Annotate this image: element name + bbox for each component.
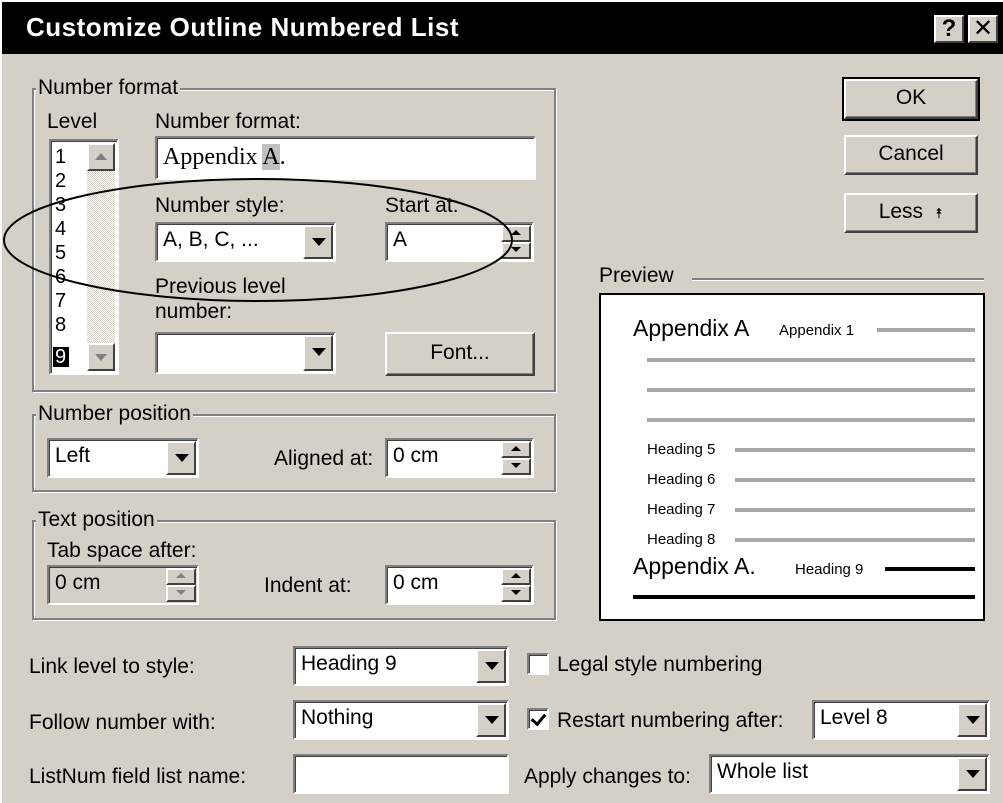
tab-space-after-spinner[interactable]: 0 cm	[47, 565, 199, 605]
help-icon: ?	[941, 15, 957, 42]
preview-line	[647, 388, 975, 392]
dialog-title: Customize Outline Numbered List	[26, 12, 459, 42]
title-bar[interactable]: Customize Outline Numbered List ? ✕	[2, 2, 1003, 54]
follow-number-dropdown[interactable]: Nothing	[293, 700, 509, 740]
number-position-group-legend: Number position	[36, 402, 193, 426]
number-format-label: Number format:	[155, 110, 301, 133]
indent-at-label: Indent at:	[264, 574, 352, 597]
preview-label: Preview	[599, 264, 674, 287]
preview-heading5: Heading 5	[647, 441, 716, 458]
chevron-down-icon[interactable]	[303, 335, 333, 371]
chevron-down-icon[interactable]	[476, 703, 506, 737]
aligned-at-value: 0 cm	[393, 444, 439, 467]
less-button[interactable]: Less ⯭	[844, 193, 978, 233]
apply-changes-dropdown[interactable]: Whole list	[709, 754, 990, 794]
chevron-down-icon[interactable]	[957, 703, 987, 737]
indent-at-spin-buttons[interactable]	[501, 568, 531, 602]
preview-line	[735, 478, 975, 482]
legal-style-label: Legal style numbering	[557, 653, 763, 676]
less-button-label: Less	[878, 200, 924, 223]
number-format-placeholder: A	[262, 144, 280, 170]
preview-divider	[692, 278, 984, 281]
spin-up-icon[interactable]	[166, 568, 196, 585]
preview-line	[735, 538, 975, 542]
restart-numbering-label: Restart numbering after:	[557, 709, 784, 732]
spin-up-icon[interactable]	[501, 568, 531, 585]
font-button[interactable]: Font...	[385, 332, 535, 376]
follow-number-label: Follow number with:	[29, 711, 216, 734]
preview-level1-text: Appendix 1	[779, 322, 855, 339]
cancel-button-label: Cancel	[878, 142, 944, 165]
tab-space-after-value: 0 cm	[55, 571, 101, 594]
spin-down-icon[interactable]	[166, 585, 196, 602]
level-item[interactable]: 1	[55, 147, 66, 167]
link-level-value: Heading 9	[301, 652, 397, 675]
spin-down-icon[interactable]	[501, 585, 531, 602]
chevron-down-icon[interactable]	[476, 649, 506, 683]
preview-line	[647, 358, 975, 362]
preview-line	[885, 567, 975, 571]
ok-button-label: OK	[895, 86, 927, 109]
font-button-label: Font...	[430, 341, 490, 364]
follow-number-value: Nothing	[301, 706, 374, 729]
number-format-prefix: Appendix	[163, 144, 263, 170]
preview-level9-text: Heading 9	[795, 561, 864, 578]
preview-heading7: Heading 7	[647, 501, 716, 518]
aligned-at-spinner[interactable]: 0 cm	[385, 438, 534, 478]
restart-numbering-checkbox[interactable]	[527, 708, 549, 730]
scroll-up-icon[interactable]	[87, 143, 115, 171]
chevron-down-icon[interactable]	[166, 441, 196, 475]
preview-line	[735, 448, 975, 452]
close-button[interactable]: ✕	[968, 15, 998, 43]
aligned-at-label: Aligned at:	[274, 447, 374, 470]
preview-level9-number: Appendix A.	[633, 553, 756, 579]
customize-outline-numbered-list-dialog: Customize Outline Numbered List ? ✕ Numb…	[0, 0, 1003, 803]
preview-line	[633, 595, 975, 599]
tab-space-after-label: Tab space after:	[47, 539, 197, 562]
preview-line	[877, 328, 975, 332]
preview-line	[735, 508, 975, 512]
level-label: Level	[47, 110, 98, 133]
annotation-ellipse	[3, 178, 513, 302]
preview-panel: Appendix A Appendix 1 Heading 5 Heading …	[599, 293, 985, 621]
help-button[interactable]: ?	[934, 15, 964, 43]
apply-changes-value: Whole list	[717, 760, 809, 783]
scroll-down-icon[interactable]	[87, 343, 115, 371]
apply-changes-label: Apply changes to:	[524, 765, 691, 788]
preview-line	[647, 418, 975, 422]
spin-up-icon[interactable]	[501, 441, 531, 458]
spin-down-icon[interactable]	[501, 458, 531, 475]
number-alignment-value: Left	[55, 444, 91, 467]
listnum-label: ListNum field list name:	[29, 765, 247, 788]
previous-level-dropdown[interactable]	[155, 332, 336, 374]
indent-at-spinner[interactable]: 0 cm	[385, 565, 534, 605]
aligned-at-spin-buttons[interactable]	[501, 441, 531, 475]
restart-after-dropdown[interactable]: Level 8	[812, 700, 990, 740]
preview-heading6: Heading 6	[647, 471, 716, 488]
close-icon: ✕	[972, 15, 994, 42]
number-alignment-dropdown[interactable]: Left	[47, 438, 199, 478]
preview-heading8: Heading 8	[647, 531, 716, 548]
indent-at-value: 0 cm	[393, 571, 439, 594]
less-arrow-icon: ⯭	[934, 205, 944, 221]
number-format-group-legend: Number format	[36, 76, 181, 100]
listnum-field-input[interactable]	[293, 754, 509, 794]
link-level-label: Link level to style:	[29, 655, 195, 678]
text-position-group-legend: Text position	[36, 508, 157, 532]
restart-after-value: Level 8	[820, 706, 888, 729]
legal-style-checkbox[interactable]	[527, 653, 549, 675]
link-level-dropdown[interactable]: Heading 9	[293, 646, 509, 686]
chevron-down-icon[interactable]	[957, 757, 987, 791]
preview-level1-number: Appendix A	[633, 315, 750, 341]
cancel-button[interactable]: Cancel	[844, 135, 978, 175]
ok-button[interactable]: OK	[842, 77, 980, 121]
level-item-selected[interactable]: 9	[53, 347, 70, 367]
tab-space-spin-buttons[interactable]	[166, 568, 196, 602]
number-format-suffix: .	[279, 144, 286, 170]
